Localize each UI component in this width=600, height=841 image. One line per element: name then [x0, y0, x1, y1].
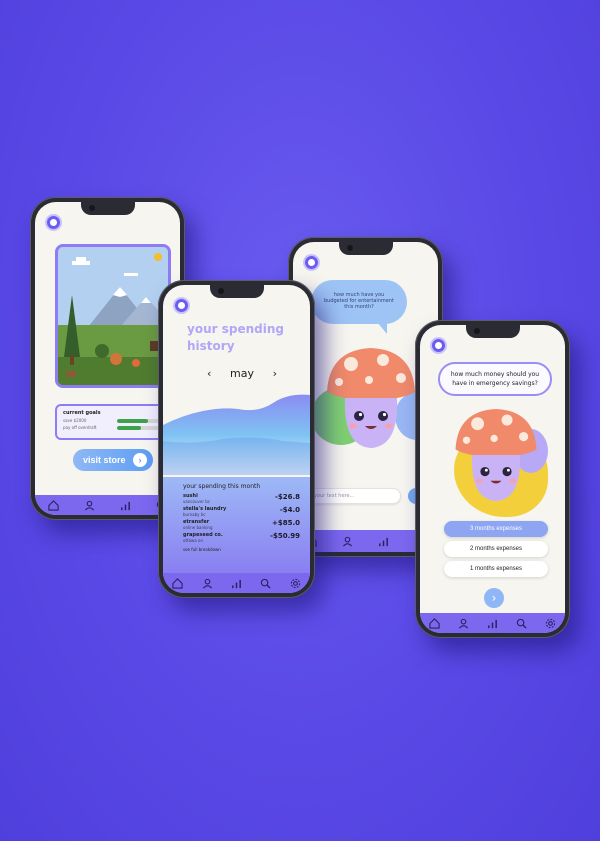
- option-2-months[interactable]: 2 months expenses: [444, 541, 548, 557]
- notch: [80, 202, 135, 215]
- stats-icon[interactable]: [229, 576, 243, 590]
- goals-title: current goals: [63, 410, 101, 416]
- transaction-row[interactable]: sushi vancouver bc -$26.8: [183, 493, 300, 504]
- pixel-landscape-image: [55, 244, 171, 388]
- tab-bar: [163, 573, 310, 593]
- transaction-amount: -$26.8: [274, 493, 300, 501]
- current-goals-card: current goals save $2000 pay off overdra…: [55, 404, 169, 440]
- transaction-location: online banking: [183, 525, 213, 530]
- phone-screen: how much money should you have in emerge…: [420, 325, 565, 633]
- mushroom-mascot-icon: [455, 409, 537, 501]
- goal-label: pay off overdraft: [63, 425, 97, 430]
- panel-heading: your spending this month: [183, 483, 261, 490]
- question-box: how much money should you have in emerge…: [438, 362, 552, 396]
- goal-progress-bar: [117, 425, 161, 430]
- chevron-right-icon: ›: [491, 591, 497, 605]
- phone-spending-screen: your spending history ‹ may › your spend…: [158, 280, 315, 598]
- option-1-months[interactable]: 1 months expenses: [444, 561, 548, 577]
- app-logo-icon[interactable]: [173, 297, 190, 314]
- transaction-row[interactable]: etransfer online banking +$85.0: [183, 519, 300, 530]
- input-placeholder: your text here...: [314, 493, 355, 499]
- pixel-art-scene: [58, 247, 168, 385]
- savings-question: how much money should you have in emerge…: [450, 371, 540, 387]
- profile-icon[interactable]: [340, 534, 354, 548]
- chat-text-input[interactable]: your text here...: [305, 488, 401, 504]
- phone-savings-quiz-screen: how much money should you have in emerge…: [415, 320, 570, 638]
- search-icon[interactable]: [515, 616, 529, 630]
- home-icon[interactable]: [46, 498, 60, 512]
- stats-icon[interactable]: [486, 616, 500, 630]
- profile-icon[interactable]: [200, 576, 214, 590]
- transaction-location: ottawa on: [183, 538, 204, 543]
- profile-icon[interactable]: [82, 498, 96, 512]
- spending-history-title: your spending history: [187, 322, 284, 353]
- full-breakdown-link[interactable]: see full breakdown: [183, 547, 300, 552]
- transaction-location: vancouver bc: [183, 499, 211, 504]
- chevron-right-icon[interactable]: ›: [273, 367, 277, 380]
- transaction-row[interactable]: grapeseed co. ottawa on -$50.99: [183, 532, 300, 543]
- goal-row: pay off overdraft: [63, 425, 161, 430]
- arrow-right-icon: ›: [133, 453, 147, 467]
- transaction-amount: -$50.99: [270, 532, 300, 540]
- goal-row: save $2000: [63, 418, 161, 423]
- transaction-amount: -$4.0: [279, 506, 300, 514]
- goal-progress-bar: [117, 418, 161, 423]
- app-logo-icon[interactable]: [303, 254, 320, 271]
- month-label: may: [230, 367, 254, 380]
- phone-screen: your spending history ‹ may › your spend…: [163, 285, 310, 593]
- app-logo-icon[interactable]: [430, 337, 447, 354]
- next-button[interactable]: ›: [484, 588, 504, 608]
- search-icon[interactable]: [259, 576, 273, 590]
- goal-label: save $2000: [63, 418, 87, 423]
- stats-icon[interactable]: [119, 498, 133, 512]
- profile-icon[interactable]: [457, 616, 471, 630]
- home-icon[interactable]: [428, 616, 442, 630]
- app-logo-icon[interactable]: [45, 214, 62, 231]
- speech-bubble: how much have you budgeted for entertain…: [311, 280, 407, 334]
- chevron-left-icon[interactable]: ‹: [207, 367, 211, 380]
- mushroom-mascot-icon: [327, 348, 415, 448]
- notch: [209, 285, 264, 298]
- notch: [338, 242, 393, 255]
- stats-icon[interactable]: [377, 534, 391, 548]
- transaction-location: burnaby bc: [183, 512, 206, 517]
- transaction-row[interactable]: stella's laundry burnaby bc -$4.0: [183, 506, 300, 517]
- visit-store-label: visit store: [83, 455, 126, 465]
- settings-icon[interactable]: [288, 576, 302, 590]
- home-icon[interactable]: [171, 576, 185, 590]
- notch: [465, 325, 520, 338]
- settings-icon[interactable]: [544, 616, 558, 630]
- option-3-months[interactable]: 3 months expenses: [444, 521, 548, 537]
- visit-store-button[interactable]: visit store ›: [73, 449, 153, 471]
- mushroom-question: how much have you budgeted for entertain…: [323, 292, 395, 310]
- month-selector: ‹ may ›: [207, 367, 277, 380]
- transaction-amount: +$85.0: [271, 519, 300, 527]
- spending-wave-graph: [163, 394, 310, 475]
- tab-bar: [420, 613, 565, 633]
